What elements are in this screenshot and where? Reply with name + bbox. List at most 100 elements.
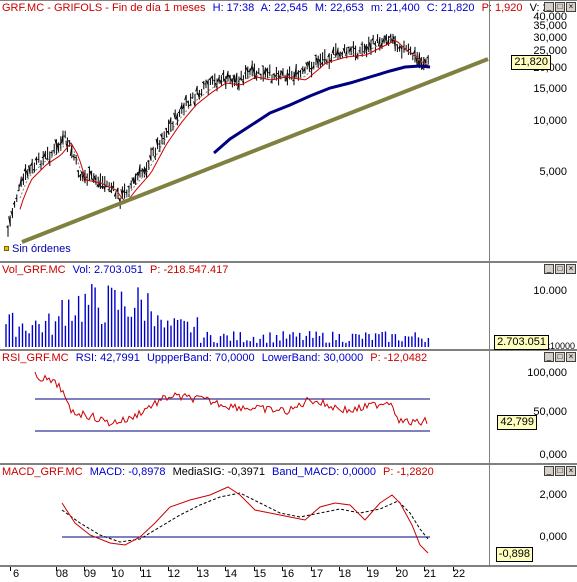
volume-value-label: Vol: 2.703.051 bbox=[72, 264, 143, 276]
x-axis-tick bbox=[84, 567, 85, 571]
rsi-y-tick: 50,000 bbox=[533, 406, 567, 418]
maximize-button[interactable]: □ bbox=[555, 352, 565, 362]
maximize-button[interactable]: □ bbox=[555, 2, 565, 12]
rsi-pane[interactable]: RSI_GRF.MC RSI: 42,7991 UppperBand: 70,0… bbox=[0, 350, 577, 464]
volume-pane[interactable]: Vol_GRF.MC Vol: 2.703.051 P: -218.547.41… bbox=[0, 262, 577, 351]
volume-y-tick: 10.000 bbox=[533, 285, 567, 297]
no-orders-label[interactable]: Sin órdenes bbox=[4, 243, 71, 255]
x-axis-tick bbox=[396, 567, 397, 571]
short-moving-average-line bbox=[19, 39, 429, 210]
price-y-tick: 5,000 bbox=[539, 166, 567, 178]
x-axis-tick bbox=[282, 567, 283, 571]
macd-line bbox=[61, 486, 429, 554]
price-time-label: H: 17:38 bbox=[212, 2, 255, 14]
medium-moving-average-line bbox=[19, 37, 429, 201]
rsi-header: RSI_GRF.MC RSI: 42,7991 UppperBand: 70,0… bbox=[2, 352, 431, 364]
price-plot[interactable] bbox=[0, 1, 489, 263]
macd-y-tick: 0,000 bbox=[539, 531, 567, 543]
x-axis-label: 16 bbox=[281, 568, 295, 580]
price-y-tick: 15,000 bbox=[533, 83, 567, 95]
x-axis-label: 10 bbox=[111, 568, 125, 580]
minimize-button[interactable]: _ bbox=[544, 466, 554, 476]
x-axis-label: 11 bbox=[140, 568, 152, 580]
close-button[interactable]: × bbox=[566, 466, 576, 476]
x-axis-label: 15 bbox=[253, 568, 267, 580]
maximize-button[interactable]: □ bbox=[555, 466, 565, 476]
minimize-button[interactable]: _ bbox=[544, 264, 554, 274]
macd-value-label: MACD: -0,8978 bbox=[89, 466, 166, 478]
x-axis-label: 17 bbox=[310, 568, 324, 580]
x-axis-label: 20 bbox=[395, 568, 409, 580]
x-axis-label: 21 bbox=[423, 568, 437, 580]
macd-pane[interactable]: MACD_GRF.MC MACD: -0,8978 MediaSIG: -0,3… bbox=[0, 464, 577, 566]
price-bar-open bbox=[164, 128, 167, 130]
macd-change-label: P: -1,2820 bbox=[383, 466, 434, 478]
x-axis-tick bbox=[453, 567, 454, 571]
price-bar-open bbox=[375, 39, 378, 41]
price-y-tick: 30,000 bbox=[533, 32, 567, 44]
x-axis-label: 6 bbox=[12, 568, 20, 580]
x-axis-label: 14 bbox=[224, 568, 238, 580]
volume-window-buttons: _ □ × bbox=[544, 264, 576, 274]
price-high-label: M: 22,653 bbox=[314, 2, 364, 14]
price-bar-open bbox=[39, 163, 42, 166]
volume-last-value-box: 2.703.051 bbox=[494, 335, 549, 350]
rsi-plot[interactable] bbox=[0, 351, 489, 465]
x-axis-tick bbox=[10, 567, 11, 571]
minimize-button[interactable]: _ bbox=[544, 2, 554, 12]
close-button[interactable]: × bbox=[566, 264, 576, 274]
close-button[interactable]: × bbox=[566, 2, 576, 12]
price-bar-open bbox=[125, 191, 127, 194]
x-axis-tick bbox=[424, 567, 425, 571]
macd-signal-label: MediaSIG: -0,3971 bbox=[172, 466, 265, 478]
macd-name-label: MACD_GRF.MC bbox=[2, 466, 83, 478]
price-chart-pane[interactable]: GRF.MC - GRIFOLS - Fin de día 1 meses H:… bbox=[0, 0, 577, 262]
x-axis-tick bbox=[311, 567, 312, 571]
x-axis-tick bbox=[168, 567, 169, 571]
no-orders-text: Sin órdenes bbox=[12, 243, 71, 255]
time-x-axis[interactable]: 6 08 09 10 11 12 13 14 15 16 17 18 19 20 21 22 bbox=[0, 566, 577, 582]
volume-plot[interactable] bbox=[0, 263, 489, 351]
close-button[interactable]: × bbox=[566, 352, 576, 362]
price-open-label: A: 22,545 bbox=[260, 2, 308, 14]
x-axis-tick bbox=[225, 567, 226, 571]
rsi-change-label: P: -12,0482 bbox=[370, 352, 428, 364]
x-axis-label: 09 bbox=[83, 568, 97, 580]
minimize-button[interactable]: _ bbox=[544, 352, 554, 362]
price-change-label: P: 1,920 bbox=[481, 2, 523, 14]
x-axis-tick bbox=[140, 567, 141, 571]
macd-last-value-box: -0,898 bbox=[495, 547, 533, 562]
price-bar-open bbox=[298, 70, 301, 73]
volume-change-label: P: -218.547.417 bbox=[150, 264, 229, 276]
x-axis-label: 22 bbox=[452, 568, 466, 580]
price-low-label: m: 21,400 bbox=[370, 2, 420, 14]
x-axis-tick bbox=[254, 567, 255, 571]
price-last-value-box: 21,820 bbox=[511, 55, 551, 70]
rsi-last-value-box: 42,799 bbox=[497, 415, 537, 430]
x-axis-label: 19 bbox=[366, 568, 380, 580]
orders-icon bbox=[4, 246, 9, 251]
price-close-label: C: 21,820 bbox=[426, 2, 475, 14]
rsi-window-buttons: _ □ × bbox=[544, 352, 576, 362]
rsi-lower-label: LowerBand: 30,0000 bbox=[261, 352, 364, 364]
macd-window-buttons: _ □ × bbox=[544, 466, 576, 476]
x-axis-tick bbox=[367, 567, 368, 571]
price-y-tick: 35,000 bbox=[533, 20, 567, 32]
x-axis-tick bbox=[112, 567, 113, 571]
macd-plot[interactable] bbox=[0, 465, 489, 567]
volume-name-label: Vol_GRF.MC bbox=[2, 264, 66, 276]
rsi-y-axis: 100,000 50,000 0,000 bbox=[489, 351, 577, 463]
price-symbol-label: GRF.MC - GRIFOLS - Fin de día 1 meses bbox=[2, 2, 206, 14]
rsi-y-tick: 100,000 bbox=[527, 367, 567, 379]
rsi-y-tick: 0,000 bbox=[539, 449, 567, 461]
price-bar-open bbox=[351, 46, 354, 48]
maximize-button[interactable]: □ bbox=[555, 264, 565, 274]
macd-band-label: Band_MACD: 0,0000 bbox=[272, 466, 376, 478]
macd-y-tick: 2,000 bbox=[539, 489, 567, 501]
price-bar-open bbox=[257, 72, 260, 74]
x-axis-tick bbox=[197, 567, 198, 571]
price-bar-open bbox=[74, 156, 77, 159]
volume-header: Vol_GRF.MC Vol: 2.703.051 P: -218.547.41… bbox=[2, 264, 232, 276]
x-axis-label: 18 bbox=[338, 568, 352, 580]
price-bar-open bbox=[314, 54, 317, 57]
